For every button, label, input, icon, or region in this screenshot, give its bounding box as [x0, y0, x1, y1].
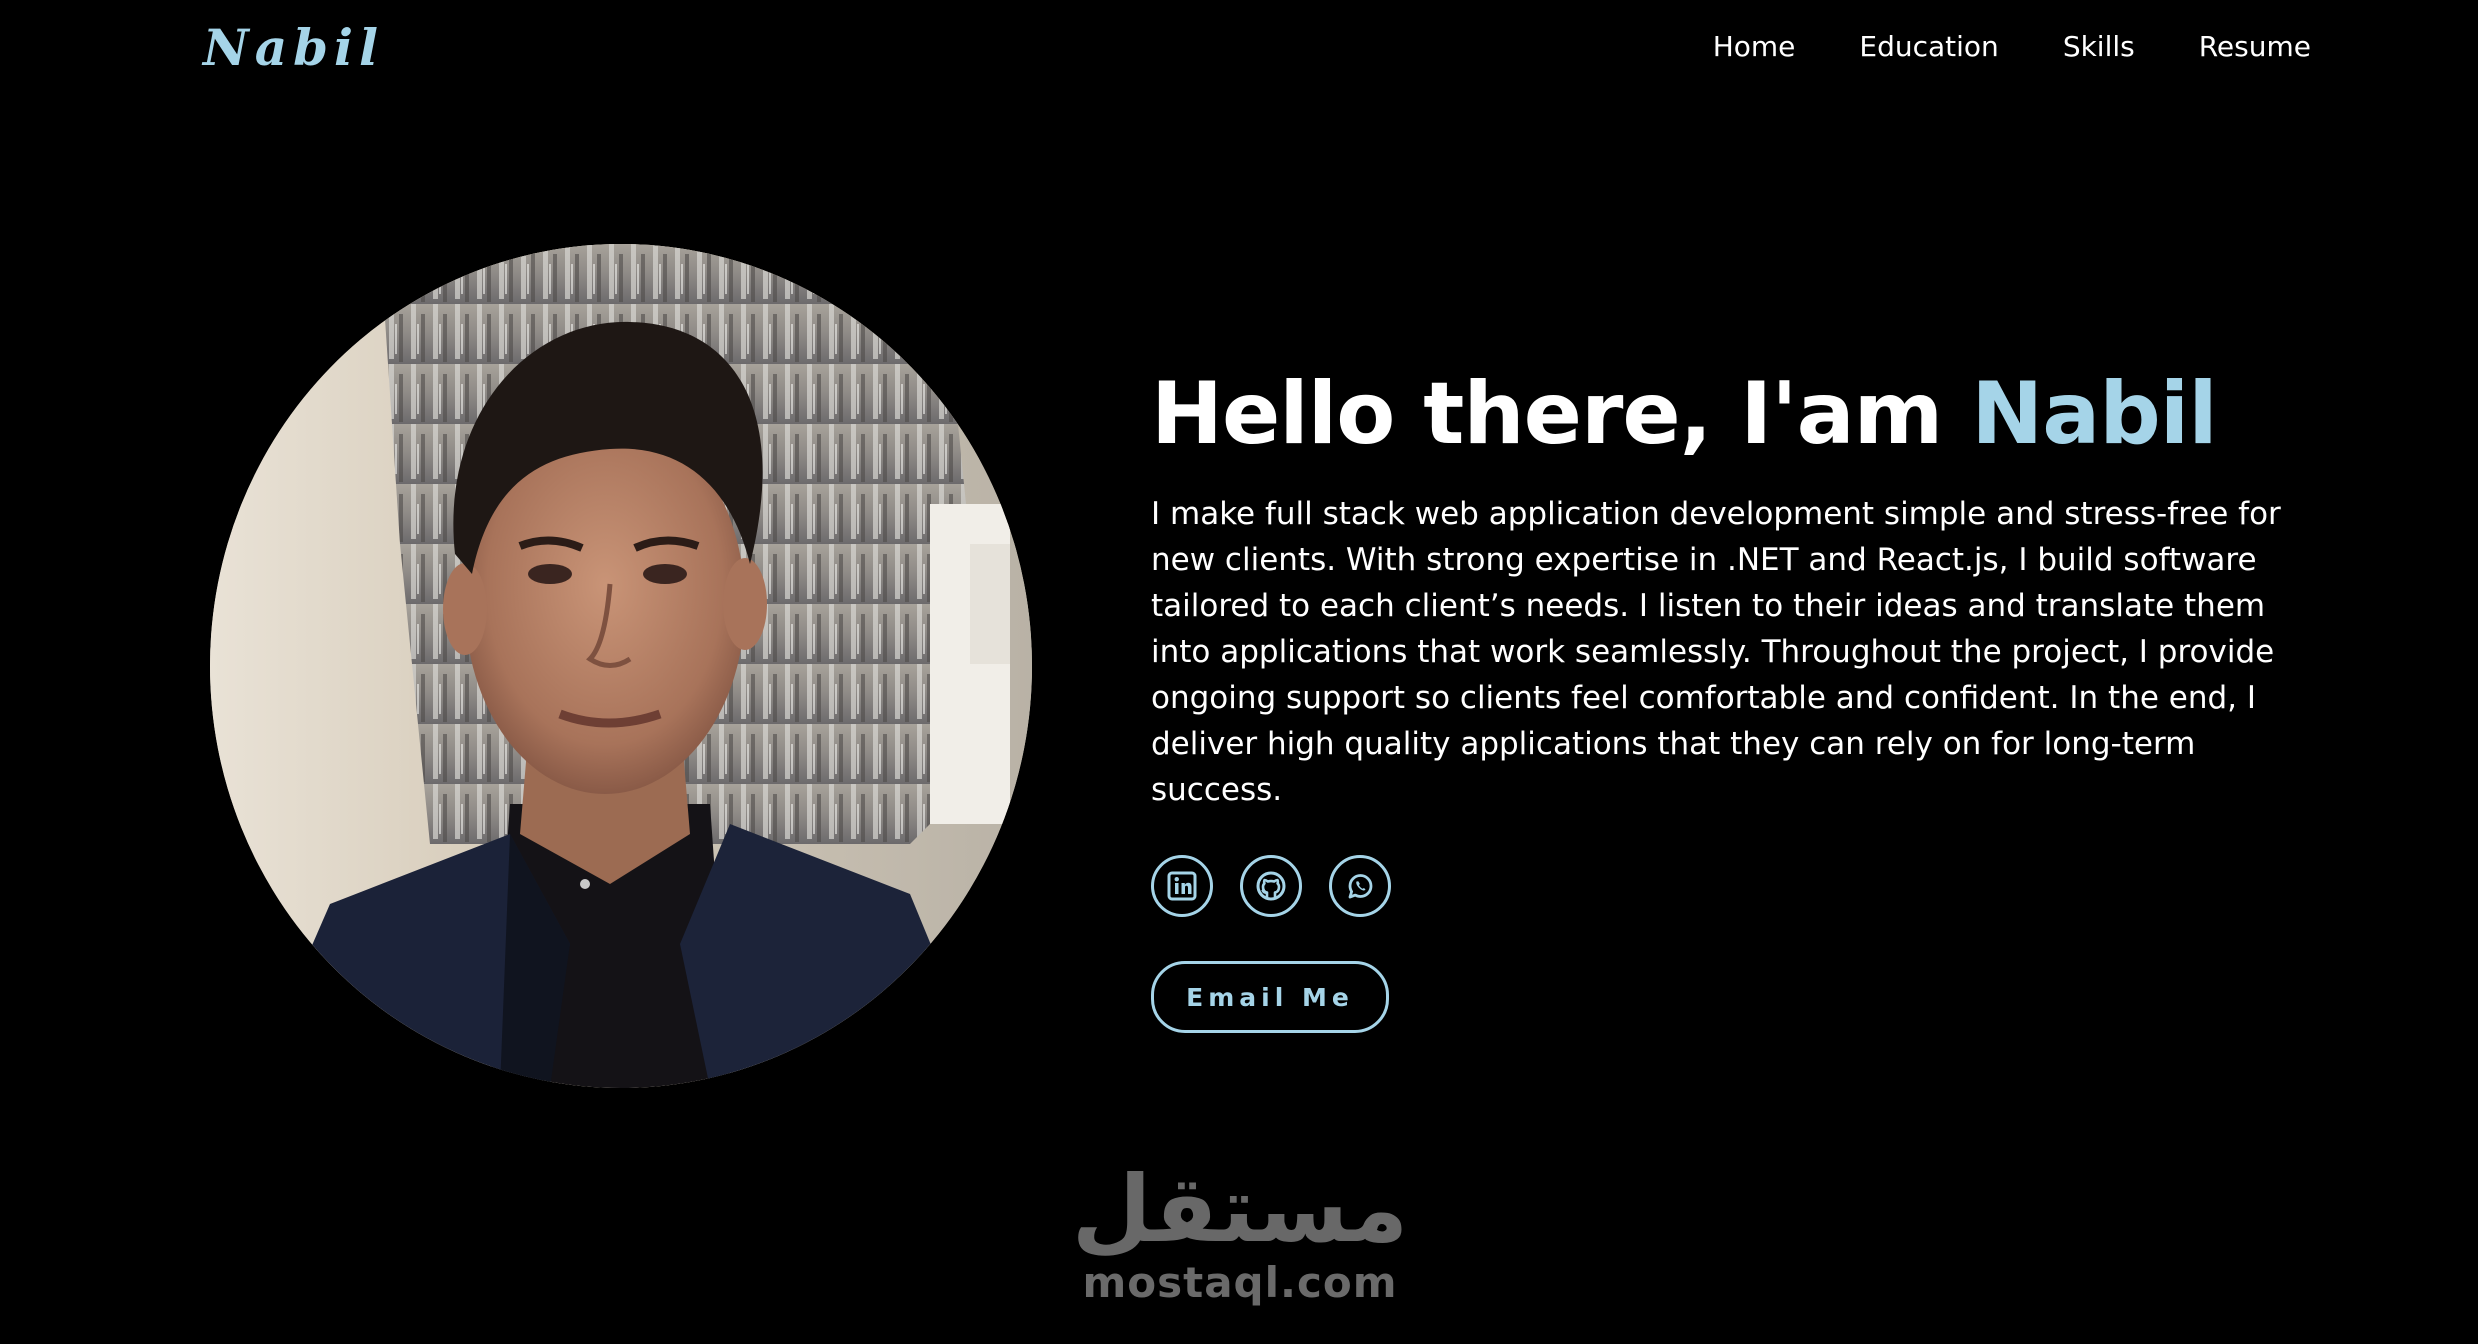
hero-heading: Hello there, I'am Nabil: [1151, 355, 2321, 473]
watermark-latin: mostaql.com: [1082, 1258, 1398, 1307]
hero-section: Hello there, I'am Nabil I make full stac…: [1151, 355, 2321, 1033]
linkedin-button[interactable]: [1151, 855, 1213, 917]
hero-bio: I make full stack web application develo…: [1151, 496, 2281, 808]
main-nav: Home Education Skills Resume: [1713, 30, 2311, 63]
profile-photo: [210, 244, 1032, 1088]
whatsapp-button[interactable]: [1329, 855, 1391, 917]
page: Nabil Home Education Skills Resume Hello…: [0, 0, 2478, 1344]
social-links: [1151, 855, 2321, 917]
watermark: مستقل mostaql.com: [1040, 1160, 1440, 1306]
email-me-button[interactable]: Email Me: [1151, 961, 1389, 1033]
watermark-arabic: مستقل: [1071, 1156, 1409, 1263]
hero-name: Nabil: [1971, 364, 2218, 464]
github-button[interactable]: [1240, 855, 1302, 917]
hero-greeting: Hello there, I'am: [1151, 364, 1972, 464]
nav-skills[interactable]: Skills: [2063, 30, 2135, 63]
nav-home[interactable]: Home: [1713, 30, 1796, 63]
linkedin-icon: [1167, 871, 1197, 901]
nav-education[interactable]: Education: [1859, 30, 1998, 63]
github-icon: [1256, 871, 1286, 901]
whatsapp-icon: [1348, 874, 1373, 899]
nav-resume[interactable]: Resume: [2199, 30, 2311, 63]
site-logo[interactable]: Nabil: [203, 18, 384, 77]
